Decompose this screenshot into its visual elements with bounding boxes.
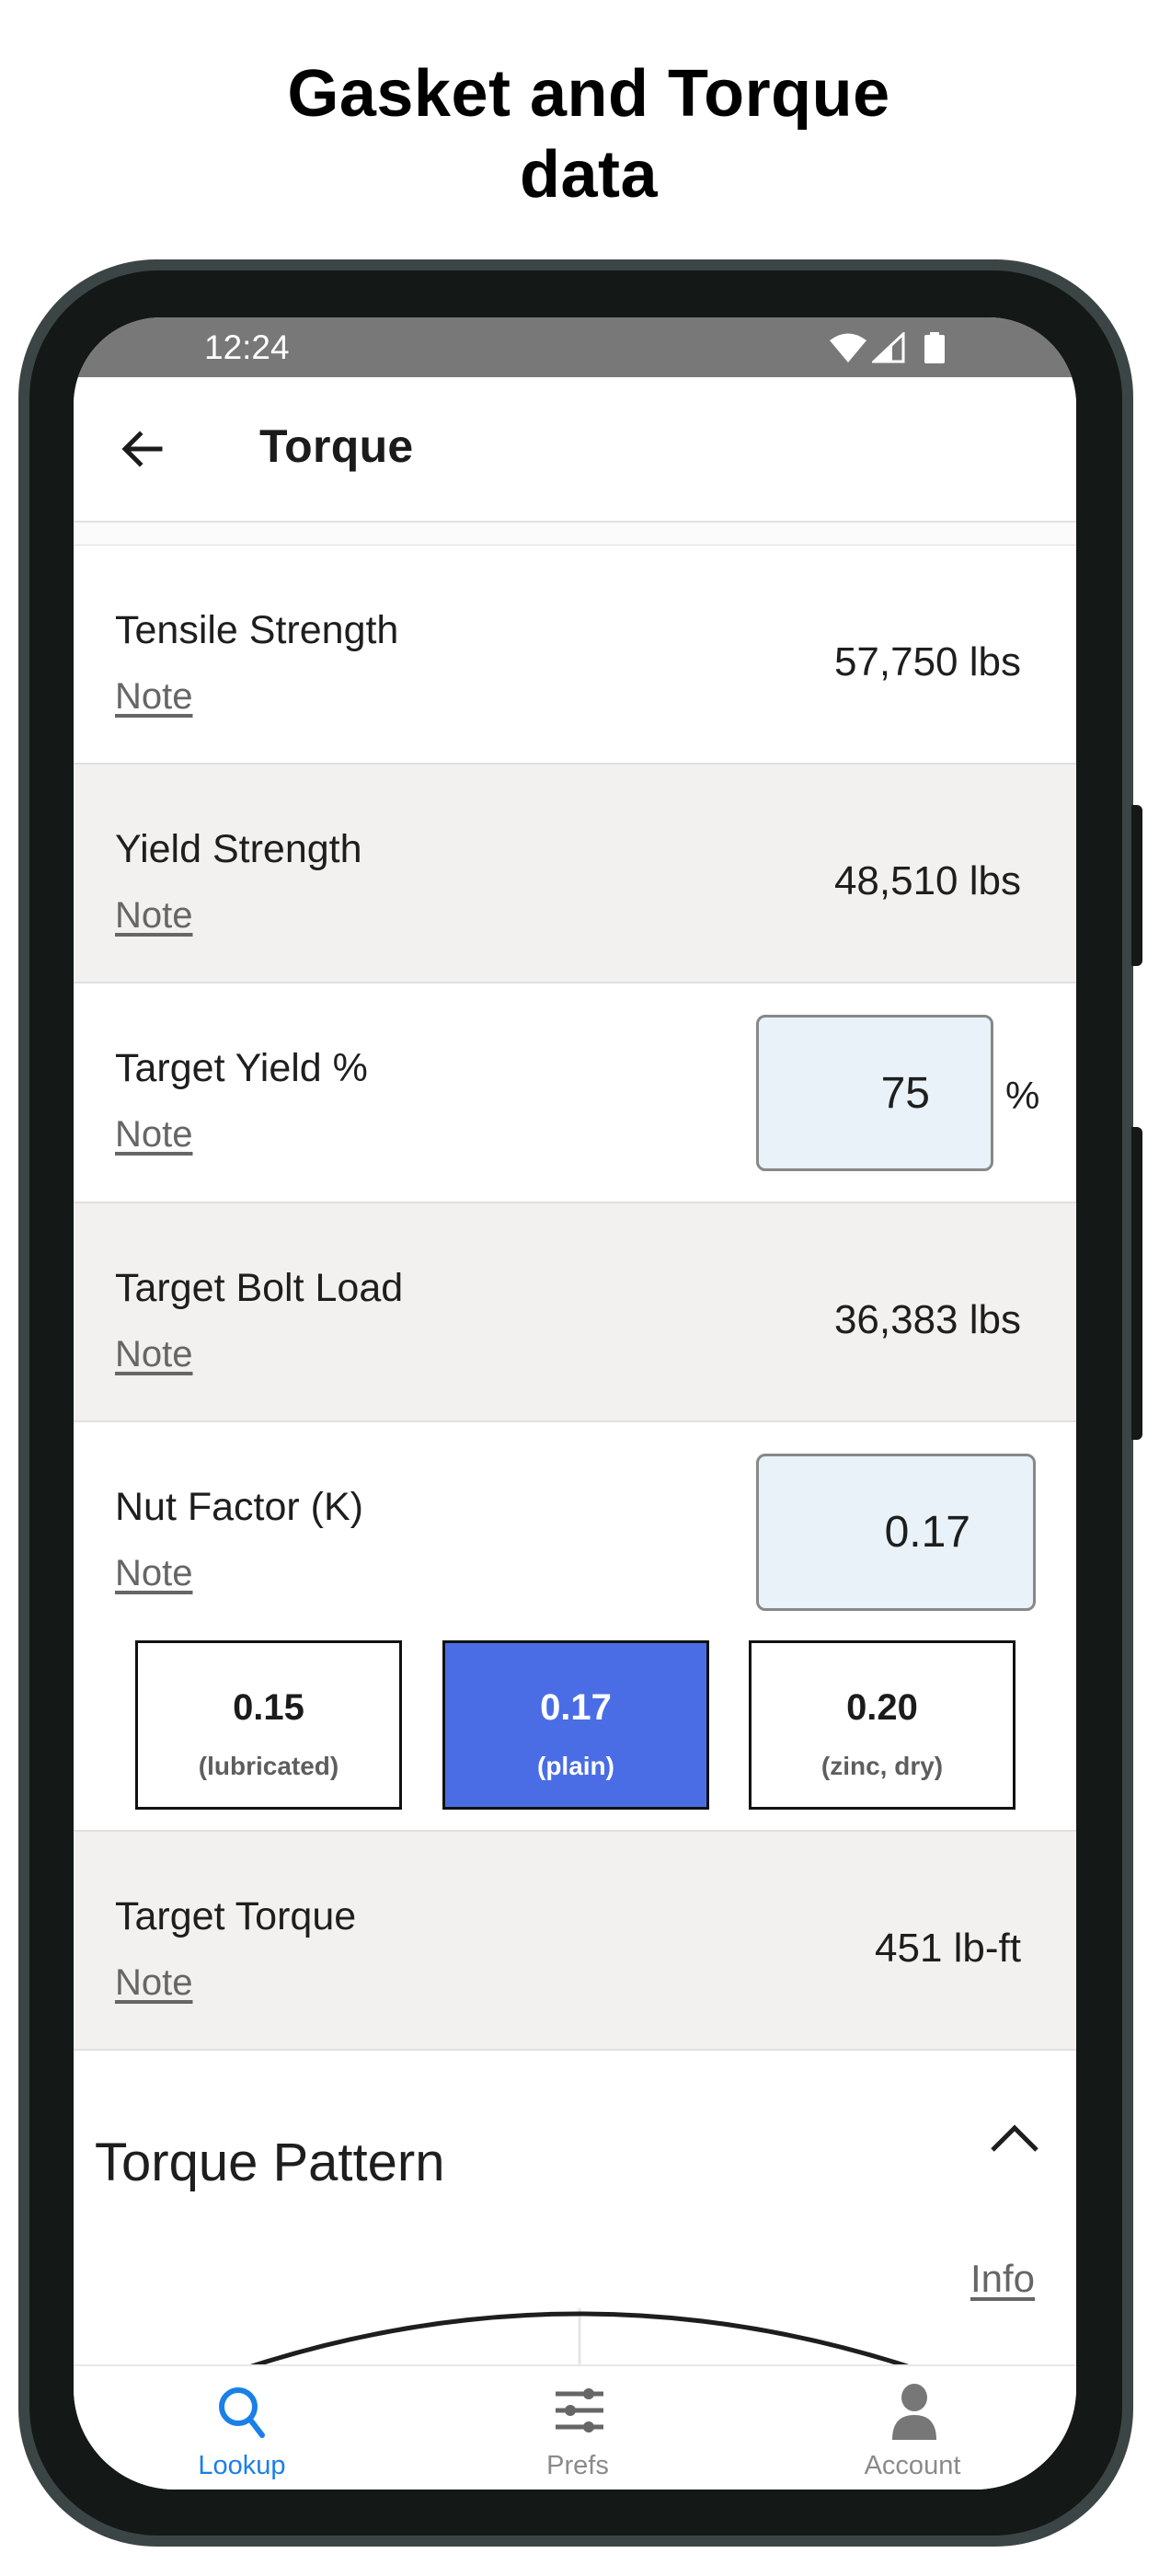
- nut-factor-preset-zinc-dry[interactable]: 0.20 (zinc, dry): [749, 1640, 1016, 1810]
- status-time: 12:24: [204, 328, 290, 366]
- signal-icon: [872, 332, 905, 363]
- note-link[interactable]: Note: [115, 1114, 193, 1156]
- search-icon: [219, 2387, 265, 2438]
- row-value: 48,510 lbs: [833, 858, 1021, 903]
- promo-title-line-1: Gasket and Torque: [287, 57, 890, 131]
- torque-pattern-diagram: [235, 2308, 924, 2369]
- row-target-bolt-load: Target Bolt Load Note 36,383 lbs: [74, 1203, 1076, 1422]
- nut-factor-input[interactable]: [756, 1454, 1036, 1611]
- row-target-torque: Target Torque Note 451 lb-ft: [74, 1832, 1076, 2051]
- row-value: 36,383 lbs: [833, 1297, 1021, 1342]
- row-label: Yield Strength: [115, 827, 362, 871]
- collapse-button[interactable]: [989, 2119, 1040, 2156]
- target-yield-input[interactable]: [756, 1015, 993, 1171]
- promo-title-line-2: data: [519, 138, 659, 212]
- nut-factor-preset-lubricated[interactable]: 0.15 (lubricated): [135, 1640, 402, 1810]
- row-label: Tensile Strength: [115, 608, 399, 652]
- percent-unit: %: [1005, 1074, 1040, 1117]
- battery-icon: [924, 332, 945, 363]
- row-yield-strength: Yield Strength Note 48,510 lbs: [74, 765, 1076, 983]
- note-link[interactable]: Note: [115, 1553, 193, 1594]
- bottom-nav: Lookup Prefs Account: [74, 2364, 1076, 2490]
- status-bar: 12:24: [74, 317, 1076, 377]
- torque-pattern-title: Torque Pattern: [95, 2133, 445, 2192]
- preset-value: 0.15: [233, 1687, 304, 1728]
- promo-title: Gasket and Torque data: [0, 53, 1159, 215]
- preset-description: (lubricated): [198, 1752, 339, 1780]
- row-tensile-strength: Tensile Strength Note 57,750 lbs: [74, 546, 1076, 765]
- preset-description: (plain): [537, 1752, 614, 1780]
- preset-description: (zinc, dry): [820, 1752, 944, 1780]
- sliders-icon: [556, 2388, 603, 2432]
- row-target-yield: Target Yield % Note %: [74, 983, 1076, 1203]
- row-label: Target Torque: [115, 1894, 357, 1938]
- info-link[interactable]: Info: [970, 2257, 1035, 2301]
- volume-button: [1131, 805, 1142, 966]
- chevron-up-icon: [991, 2124, 1039, 2152]
- note-link[interactable]: Note: [115, 1962, 193, 2004]
- preset-value: 0.17: [540, 1687, 612, 1728]
- row-label: Target Bolt Load: [115, 1266, 404, 1310]
- wifi-icon: [830, 333, 866, 362]
- nut-factor-preset-plain[interactable]: 0.17 (plain): [442, 1640, 709, 1810]
- page-title: Torque: [259, 420, 414, 472]
- power-button: [1131, 1127, 1142, 1440]
- arrow-left-icon: [121, 431, 163, 467]
- nav-lookup[interactable]: Lookup: [150, 2366, 334, 2490]
- preset-value: 0.20: [846, 1687, 918, 1728]
- back-button[interactable]: [118, 423, 169, 475]
- nav-prefs[interactable]: Prefs: [486, 2366, 670, 2490]
- app-bar: Torque: [74, 377, 1076, 523]
- person-icon: [892, 2384, 936, 2440]
- note-link[interactable]: Note: [115, 676, 193, 718]
- note-link[interactable]: Note: [115, 895, 193, 937]
- nav-account[interactable]: Account: [820, 2366, 1004, 2490]
- phone-screen: 12:24 Torque Tensile Strength Note 57,75…: [74, 317, 1076, 2490]
- row-value: 57,750 lbs: [833, 639, 1021, 684]
- note-link[interactable]: Note: [115, 1334, 193, 1375]
- row-label: Target Yield %: [115, 1046, 368, 1090]
- previous-row-edge: [74, 523, 1076, 546]
- row-value: 451 lb-ft: [875, 1926, 1021, 1971]
- row-label: Nut Factor (K): [115, 1485, 363, 1529]
- nav-label: Prefs: [546, 2451, 609, 2480]
- nav-label: Lookup: [198, 2451, 286, 2480]
- nav-label: Account: [864, 2451, 961, 2480]
